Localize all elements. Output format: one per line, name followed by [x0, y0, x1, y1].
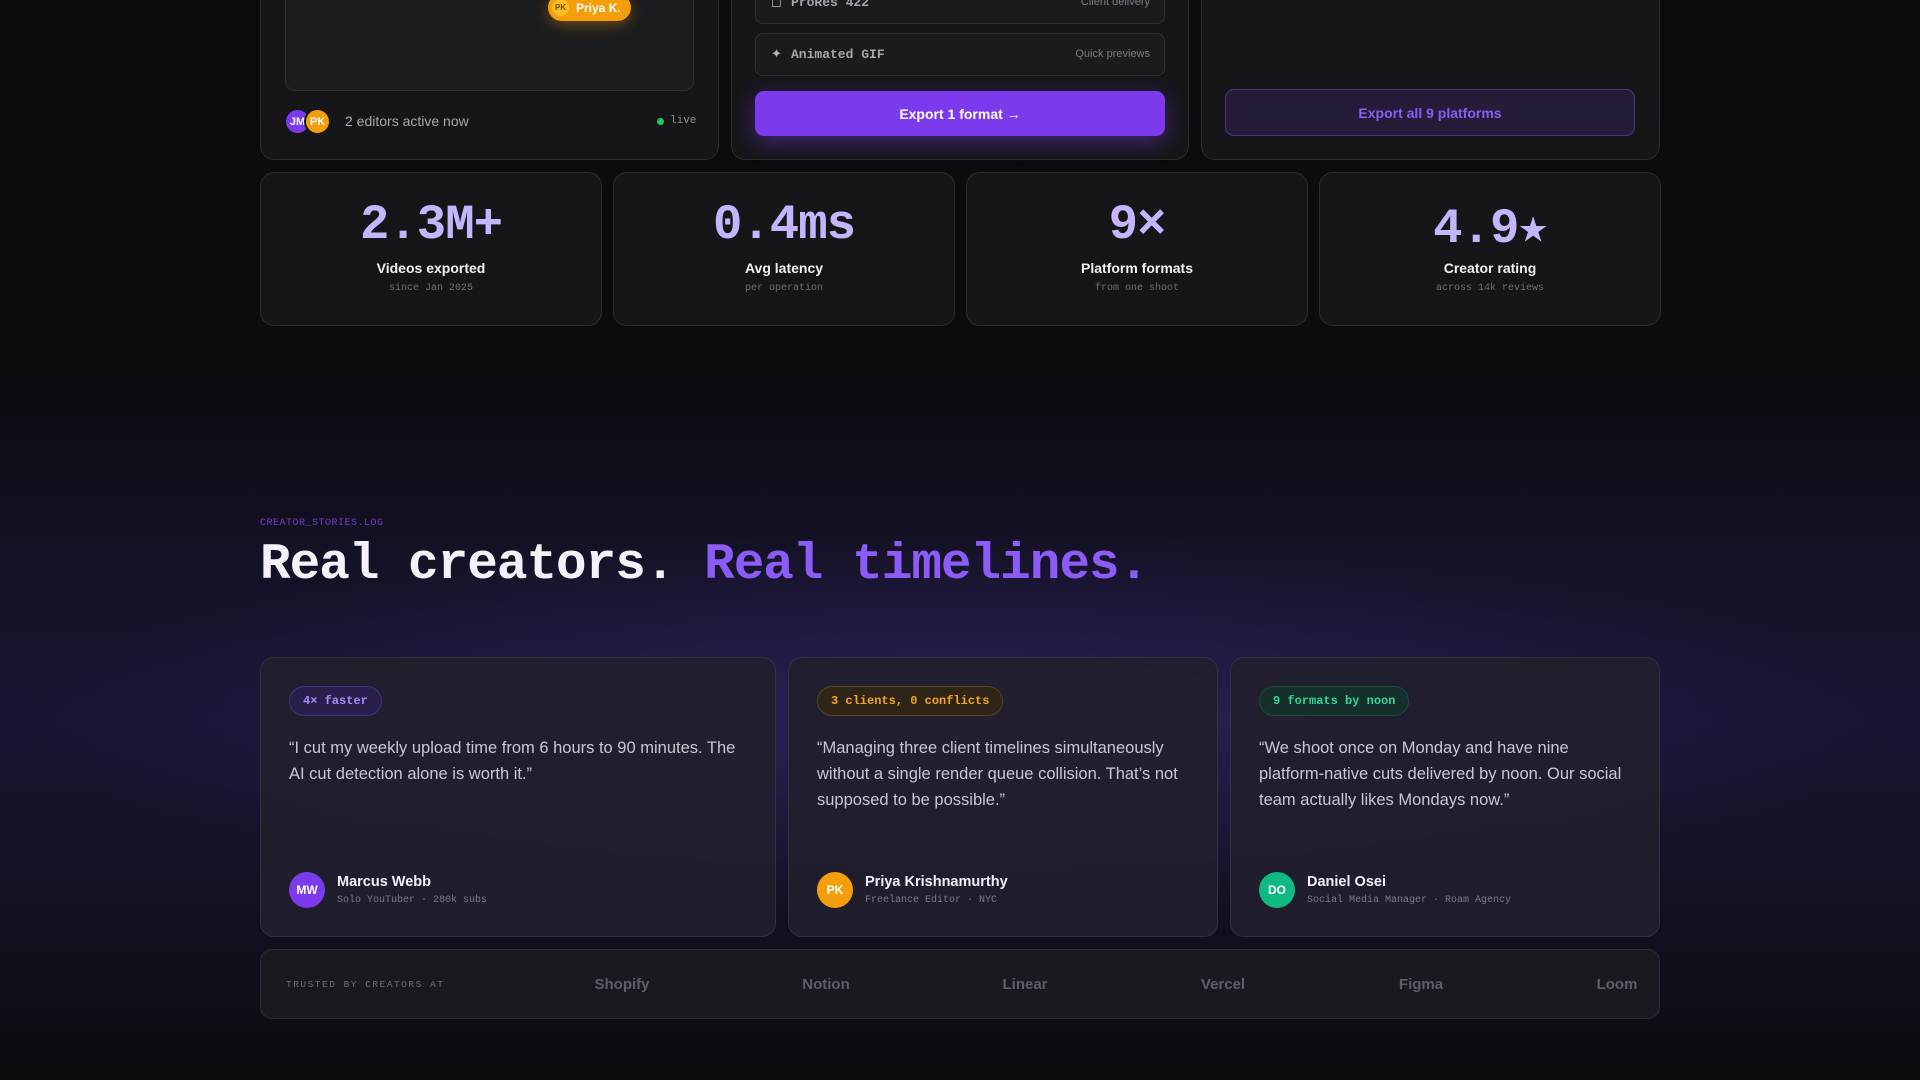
author-role: Solo YouTuber · 280k subs — [337, 895, 488, 906]
testimonial-quote: “Managing three client timelines simulta… — [817, 739, 1178, 809]
collaborator-cursor-tag: PK Priya K. — [548, 0, 631, 21]
stat-label: Creator rating — [1443, 260, 1537, 276]
testimonial-card-marcus: 4× faster “I cut my weekly upload time f… — [260, 657, 776, 937]
live-label: live — [670, 115, 697, 127]
author-role: Social Media Manager · Roam Agency — [1307, 895, 1512, 906]
stat-value: 0.4ms — [712, 197, 856, 253]
logo-loom: Loom — [1596, 976, 1638, 993]
headline-main: Real creators. — [260, 537, 675, 594]
testimonial-quote: “I cut my weekly upload time from 6 hour… — [289, 739, 736, 783]
logo-linear: Linear — [1002, 976, 1048, 993]
format-note: Client delivery — [1080, 0, 1150, 8]
stat-card-rating: 4.9★ Creator rating across 14k reviews — [1319, 172, 1661, 326]
stat-card-videos: 2.3M+ Videos exported since Jan 2025 — [260, 172, 602, 326]
author-name: Daniel Osei — [1307, 874, 1386, 890]
author-name: Marcus Webb — [337, 874, 432, 890]
testimonial-quote: “We shoot once on Monday and have nine p… — [1259, 739, 1622, 809]
stat-sub: across 14k reviews — [1435, 283, 1545, 294]
stat-card-formats: 9× Platform formats from one shoot — [966, 172, 1308, 326]
format-label: ProRes 422 — [791, 0, 870, 10]
avatar: DO — [1259, 872, 1295, 908]
logo-figma: Figma — [1398, 976, 1444, 993]
format-option-prores[interactable]: ◻ ProRes 422 Client delivery — [755, 0, 1165, 24]
stat-value: 9× — [1108, 197, 1167, 253]
author-name: Priya Krishnamurthy — [865, 874, 1008, 890]
export-formats-card — [731, 0, 1189, 160]
avatar: PK — [304, 108, 331, 135]
square-icon: ◻ — [771, 0, 782, 9]
sparkle-icon: ✦ — [771, 46, 782, 61]
testimonial-badge: 4× faster — [289, 686, 382, 716]
stat-sub: since Jan 2025 — [388, 283, 473, 294]
logo-vercel: Vercel — [1200, 976, 1246, 993]
export-format-button[interactable]: Export 1 format → — [755, 91, 1165, 136]
collaborator-name: Priya K. — [576, 0, 621, 15]
stat-value: 2.3M+ — [359, 197, 503, 253]
testimonial-badge: 9 formats by noon — [1259, 686, 1410, 716]
platforms-card — [1201, 0, 1660, 160]
format-label: Animated GIF — [791, 47, 885, 62]
trusted-label: TRUSTED BY CREATORS AT — [286, 979, 445, 990]
format-note: Quick previews — [1075, 48, 1150, 60]
stat-sub: from one shoot — [1094, 283, 1179, 294]
live-indicator-dot — [657, 118, 664, 125]
video-preview[interactable] — [285, 0, 694, 91]
testimonial-badge: 3 clients, 0 conflicts — [817, 686, 1004, 716]
section-eyebrow: CREATOR_STORIES.LOG — [260, 518, 384, 529]
stat-sub: per operation — [744, 283, 823, 294]
testimonial-card-daniel: 9 formats by noon “We shoot once on Mond… — [1230, 657, 1660, 937]
stat-card-latency: 0.4ms Avg latency per operation — [613, 172, 955, 326]
headline-highlight: Real timelines. — [704, 537, 1149, 594]
logo-notion: Notion — [802, 976, 850, 993]
trusted-logos-strip: TRUSTED BY CREATORS AT Shopify Notion Li… — [260, 949, 1660, 1019]
author-role: Freelance Editor · NYC — [865, 895, 998, 906]
avatar: MW — [289, 872, 325, 908]
editors-active-text: 2 editors active now — [345, 113, 469, 129]
collaborator-initials: PK — [552, 0, 569, 16]
testimonial-card-priya: 3 clients, 0 conflicts “Managing three c… — [788, 657, 1218, 937]
stat-label: Videos exported — [376, 260, 486, 276]
stat-value: 4.9★ — [1433, 201, 1548, 257]
export-all-platforms-button[interactable]: Export all 9 platforms — [1225, 89, 1635, 136]
avatar: PK — [817, 872, 853, 908]
section-headline: Real creators. Real timelines. — [260, 537, 1149, 594]
format-option-gif[interactable]: ✦ Animated GIF Quick previews — [755, 33, 1165, 76]
logo-shopify: Shopify — [594, 976, 650, 993]
stat-label: Platform formats — [1080, 260, 1194, 276]
stat-label: Avg latency — [744, 260, 824, 276]
